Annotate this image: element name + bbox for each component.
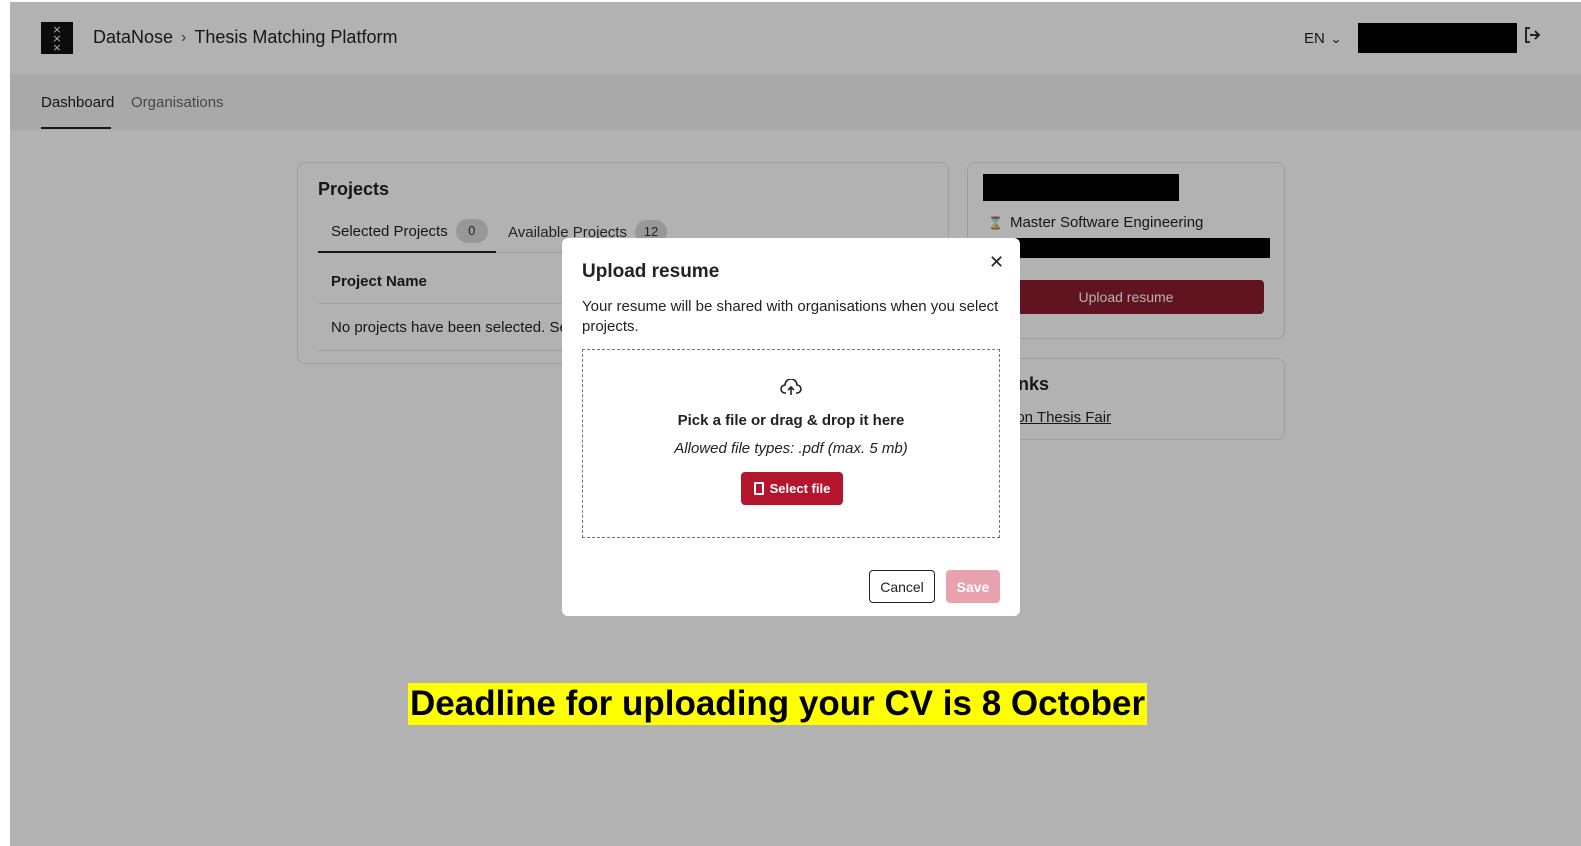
deadline-annotation: Deadline for uploading your CV is 8 Octo…: [408, 683, 1148, 725]
dropzone-title: Pick a file or drag & drop it here: [677, 412, 905, 429]
save-button[interactable]: Save: [946, 570, 1000, 603]
allowed-file-types-hint: Allowed file types: .pdf (max. 5 mb): [674, 440, 908, 457]
cloud-upload-icon: [583, 378, 999, 402]
file-icon: [753, 482, 764, 495]
upload-resume-modal: Upload resume ✕ Your resume will be shar…: [562, 238, 1020, 616]
file-dropzone[interactable]: Pick a file or drag & drop it here Allow…: [582, 349, 1000, 538]
close-icon[interactable]: ✕: [989, 252, 1004, 273]
select-file-label: Select file: [769, 481, 831, 496]
cancel-button[interactable]: Cancel: [869, 570, 935, 603]
modal-description: Your resume will be shared with organisa…: [582, 298, 999, 335]
select-file-button[interactable]: Select file: [741, 472, 843, 505]
modal-title: Upload resume: [582, 261, 720, 282]
